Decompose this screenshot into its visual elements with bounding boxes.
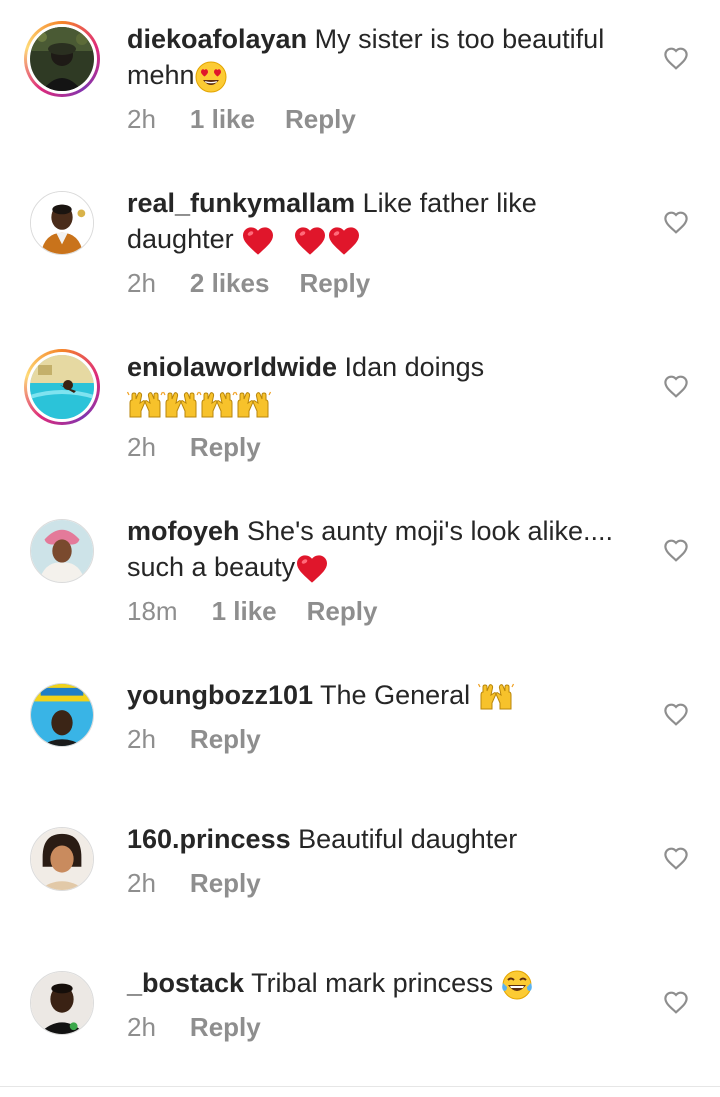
red-heart-emoji-icon: [293, 226, 327, 256]
comment-text: eniolaworldwide Idan doings: [127, 349, 637, 421]
comment-body: Tribal mark princess: [251, 968, 494, 998]
comment-text: _bostack Tribal mark princess: [127, 965, 637, 1001]
comment-text: real_funkymallam Like father like daught…: [127, 185, 637, 257]
raised-hands-emoji-icon: [127, 391, 163, 419]
raised-hands-emoji-group: [127, 388, 271, 418]
like-heart-icon[interactable]: [663, 210, 689, 234]
comment-meta: 18m 1 like Reply: [127, 596, 407, 627]
comment-meta: 2h Reply: [127, 868, 291, 899]
like-heart-icon[interactable]: [663, 846, 689, 870]
comment-body: The General: [320, 680, 471, 710]
red-heart-emoji-icon: [241, 226, 275, 256]
reply-button[interactable]: Reply: [299, 268, 370, 298]
comment-time: 2h: [127, 104, 156, 134]
avatar[interactable]: [24, 349, 100, 425]
comment-meta: 2h Reply: [127, 1012, 291, 1043]
avatar-photo: [31, 684, 93, 746]
raised-hands-emoji-icon: [163, 391, 199, 419]
reply-button[interactable]: Reply: [190, 432, 261, 462]
like-heart-icon[interactable]: [663, 538, 689, 562]
comment-text: diekoafolayan My sister is too beautiful…: [127, 21, 637, 93]
comment-time: 18m: [127, 596, 178, 626]
avatar[interactable]: [24, 21, 100, 97]
comment-time: 2h: [127, 1012, 156, 1042]
reply-button[interactable]: Reply: [190, 724, 261, 754]
comment-username[interactable]: _bostack: [127, 968, 244, 998]
avatar[interactable]: [30, 519, 94, 583]
divider: [0, 1086, 720, 1087]
avatar[interactable]: [30, 827, 94, 891]
comment-username[interactable]: diekoafolayan: [127, 24, 307, 54]
likes-count[interactable]: 1 like: [190, 104, 255, 134]
comment-time: 2h: [127, 432, 156, 462]
comment-username[interactable]: 160.princess: [127, 824, 291, 854]
reply-button[interactable]: Reply: [190, 868, 261, 898]
comment-username[interactable]: eniolaworldwide: [127, 352, 337, 382]
comment-meta: 2h 2 likes Reply: [127, 268, 400, 299]
avatar[interactable]: [30, 191, 94, 255]
comment-text: 160.princess Beautiful daughter: [127, 821, 637, 857]
avatar-photo: [30, 355, 94, 419]
red-heart-emoji-icon: [327, 226, 361, 256]
avatar-photo: [31, 192, 93, 254]
red-heart-emoji-icon: [295, 554, 329, 584]
raised-hands-emoji-icon: [478, 683, 514, 711]
comment-text: youngbozz101 The General: [127, 677, 637, 713]
like-heart-icon[interactable]: [663, 702, 689, 726]
reply-button[interactable]: Reply: [285, 104, 356, 134]
comment-meta: 2h Reply: [127, 724, 291, 755]
comment-username[interactable]: mofoyeh: [127, 516, 240, 546]
comment-body: Beautiful daughter: [298, 824, 518, 854]
comment-time: 2h: [127, 268, 156, 298]
like-heart-icon[interactable]: [663, 374, 689, 398]
comment-username[interactable]: youngbozz101: [127, 680, 313, 710]
comment-time: 2h: [127, 724, 156, 754]
reply-button[interactable]: Reply: [190, 1012, 261, 1042]
comment-username[interactable]: real_funkymallam: [127, 188, 355, 218]
avatar-photo: [31, 972, 93, 1034]
raised-hands-emoji-icon: [235, 391, 271, 419]
like-heart-icon[interactable]: [663, 46, 689, 70]
like-heart-icon[interactable]: [663, 990, 689, 1014]
avatar[interactable]: [30, 683, 94, 747]
reply-button[interactable]: Reply: [307, 596, 378, 626]
avatar-photo: [31, 520, 93, 582]
comment-meta: 2h Reply: [127, 432, 291, 463]
avatar-photo: [30, 27, 94, 91]
comment-body: Idan doings: [344, 352, 485, 382]
raised-hands-emoji-icon: [199, 391, 235, 419]
likes-count[interactable]: 2 likes: [190, 268, 270, 298]
comment-time: 2h: [127, 868, 156, 898]
comment-text: mofoyeh She's aunty moji's look alike...…: [127, 513, 637, 585]
avatar[interactable]: [30, 971, 94, 1035]
heart-eyes-emoji-icon: [195, 61, 227, 93]
avatar-photo: [31, 828, 93, 890]
likes-count[interactable]: 1 like: [212, 596, 277, 626]
tears-of-joy-emoji-icon: [501, 969, 533, 1001]
comment-meta: 2h 1 like Reply: [127, 104, 386, 135]
